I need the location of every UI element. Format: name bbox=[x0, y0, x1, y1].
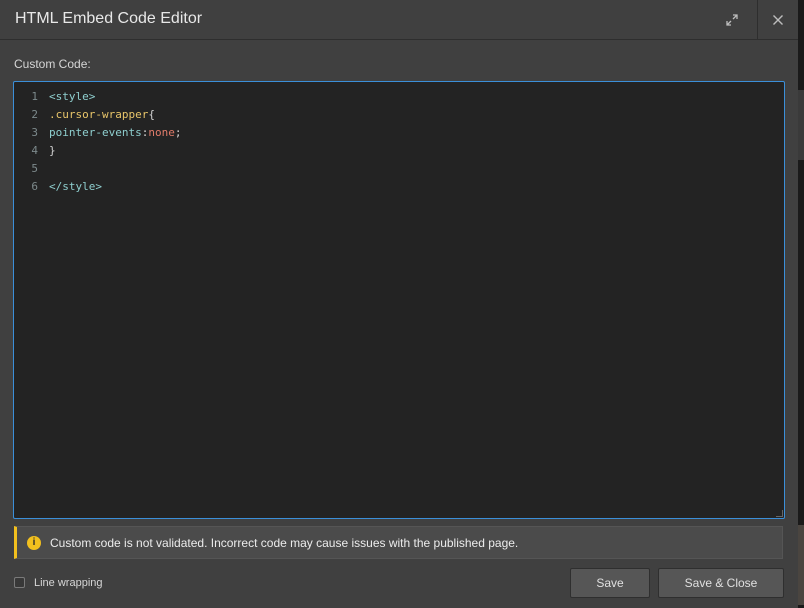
dialog-title: HTML Embed Code Editor bbox=[15, 10, 203, 27]
line-number: 2 bbox=[31, 108, 38, 121]
info-icon: i bbox=[27, 535, 41, 550]
close-button[interactable] bbox=[757, 0, 798, 39]
code-line[interactable]: 6 </style> bbox=[14, 178, 774, 196]
background-page-strip bbox=[798, 0, 804, 608]
line-number: 4 bbox=[31, 144, 38, 157]
code-text: .cursor-wrapper{ bbox=[49, 106, 155, 124]
code-editor[interactable]: 1 <style> 2 .cursor-wrapper{3 pointer-events… bbox=[13, 81, 785, 519]
code-text: pointer-events:none; bbox=[49, 124, 181, 142]
code-line[interactable]: 3 pointer-events:none; bbox=[14, 124, 774, 142]
code-token: pointer-events bbox=[49, 126, 142, 139]
code-token: { bbox=[148, 108, 155, 121]
line-wrapping-label[interactable]: Line wrapping bbox=[34, 576, 103, 590]
code-line[interactable]: 1 <style> bbox=[14, 88, 774, 106]
code-token: .cursor-wrapper bbox=[49, 108, 149, 121]
background-page-fragment bbox=[798, 525, 804, 605]
save-button[interactable]: Save bbox=[570, 568, 650, 598]
code-text: </style> bbox=[49, 178, 102, 196]
code-text: } bbox=[49, 142, 56, 160]
code-token: none bbox=[148, 126, 175, 139]
validation-notice: i Custom code is not validated. Incorrec… bbox=[14, 526, 783, 559]
code-token: <style> bbox=[49, 90, 96, 103]
line-number: 1 bbox=[31, 90, 38, 103]
expand-icon bbox=[726, 13, 738, 26]
save-and-close-button[interactable]: Save & Close bbox=[658, 568, 784, 598]
line-number: 6 bbox=[31, 180, 38, 193]
code-text: <style> bbox=[49, 88, 95, 106]
code-token: ; bbox=[174, 126, 182, 139]
expand-button[interactable] bbox=[712, 0, 752, 39]
line-wrapping-checkbox[interactable] bbox=[14, 577, 25, 588]
custom-code-label: Custom Code: bbox=[14, 57, 91, 71]
line-number: 3 bbox=[31, 126, 38, 139]
html-embed-dialog: HTML Embed Code Editor Custom Code: 1 <st… bbox=[0, 0, 798, 608]
code-token: </style> bbox=[49, 180, 102, 193]
code-line[interactable]: 5 bbox=[14, 160, 774, 178]
background-page-fragment bbox=[798, 90, 804, 160]
line-number: 5 bbox=[31, 162, 38, 175]
dialog-titlebar: HTML Embed Code Editor bbox=[0, 0, 798, 40]
code-line[interactable]: 4} bbox=[14, 142, 774, 160]
notice-text: Custom code is not validated. Incorrect … bbox=[50, 535, 519, 550]
code-token: } bbox=[49, 144, 56, 157]
resize-grip[interactable] bbox=[776, 510, 783, 517]
close-icon bbox=[773, 14, 783, 25]
code-line[interactable]: 2 .cursor-wrapper{ bbox=[14, 106, 774, 124]
